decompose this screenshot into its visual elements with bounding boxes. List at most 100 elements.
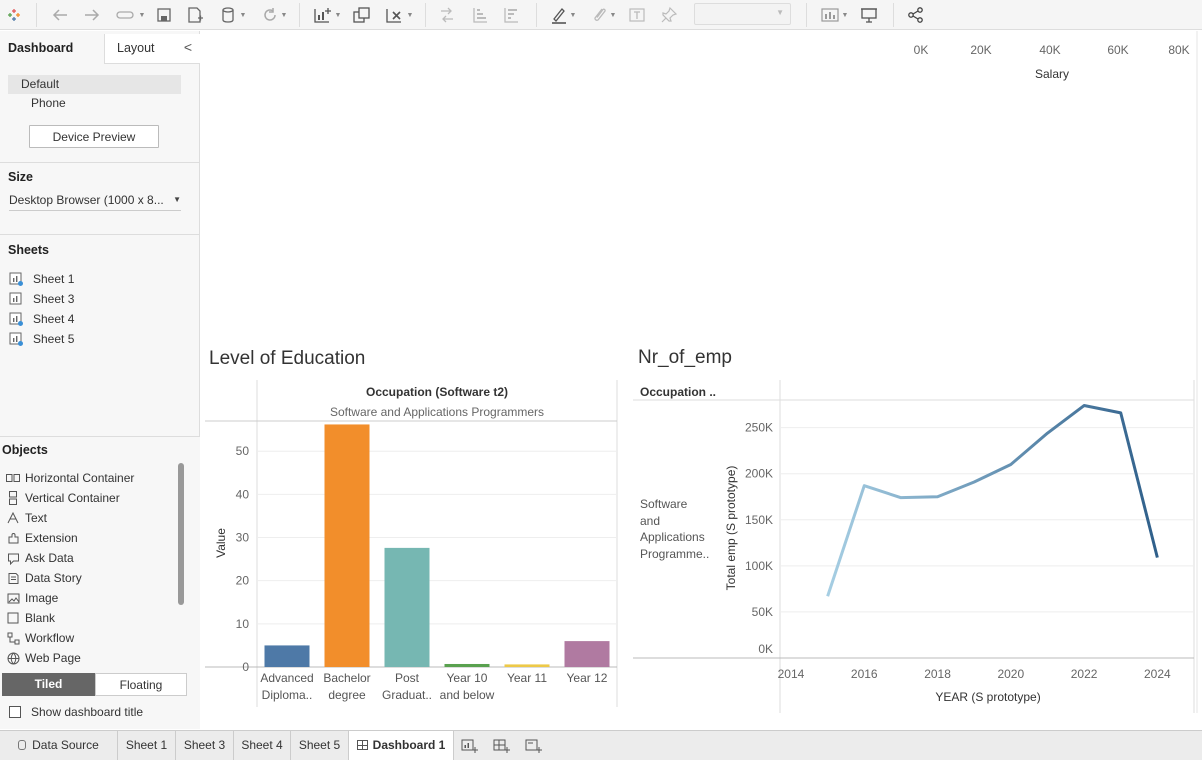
refresh-icon[interactable]: ▼	[256, 4, 292, 26]
sheet-list-item[interactable]: Sheet 1	[9, 271, 74, 287]
device-default[interactable]: Default	[8, 75, 181, 94]
line-row-label: Applications	[640, 530, 705, 544]
employees-line-chart[interactable]: Nr_of_emp Occupation .. Software and App…	[633, 347, 1195, 713]
object-image[interactable]: Image	[6, 590, 58, 606]
object-ask-data[interactable]: Ask Data	[6, 550, 74, 566]
new-sheet-icon[interactable]	[458, 731, 482, 760]
salary-tick: 80K	[1168, 43, 1189, 57]
object-label: Vertical Container	[25, 491, 120, 505]
pin-icon[interactable]	[658, 4, 680, 26]
line-x-tick: 2022	[1071, 667, 1098, 681]
collapse-chevron-icon[interactable]: <	[184, 39, 192, 55]
bar[interactable]	[504, 664, 550, 667]
new-datasource-icon[interactable]	[185, 4, 205, 26]
tab-dashboard[interactable]: Dashboard	[0, 34, 104, 64]
objects-panel: Objects Horizontal Container Vertical Co…	[0, 436, 200, 729]
datasource-cylinder-icon[interactable]: ▼	[216, 4, 250, 26]
bar[interactable]	[324, 424, 370, 667]
bar[interactable]	[384, 547, 430, 667]
bar-x-tick: Advanced	[260, 671, 313, 685]
floating-toggle[interactable]: Floating	[95, 673, 187, 696]
share-icon[interactable]	[905, 4, 927, 26]
bar-x-tick: Bachelor	[323, 671, 370, 685]
back-icon[interactable]	[50, 4, 70, 26]
sheet-list-item[interactable]: Sheet 4	[9, 311, 74, 327]
save-icon[interactable]	[154, 4, 174, 26]
bar-y-tick: 50	[236, 444, 250, 458]
tableau-logo-icon[interactable]	[4, 4, 24, 26]
redirect-icon[interactable]: ▼	[111, 4, 149, 26]
device-preview-button[interactable]: Device Preview	[29, 125, 159, 148]
sort-descending-icon[interactable]	[500, 4, 522, 26]
bar[interactable]	[564, 641, 610, 667]
bar-column-header: Occupation (Software t2)	[366, 385, 508, 399]
objects-scrollbar[interactable]	[178, 463, 184, 605]
sheet-list-item[interactable]: Sheet 5	[9, 331, 74, 347]
bar-x-tick: degree	[328, 688, 366, 702]
tab-sheet-4[interactable]: Sheet 4	[234, 731, 291, 760]
employees-series-line[interactable]	[826, 404, 1159, 597]
sheet-label: Sheet 1	[33, 272, 75, 286]
sort-ascending-icon[interactable]	[469, 4, 491, 26]
swap-icon[interactable]	[436, 4, 458, 26]
tiled-toggle[interactable]: Tiled	[2, 673, 95, 696]
text-icon	[6, 511, 20, 525]
highlight-icon[interactable]: ▼	[546, 4, 580, 26]
line-y-tick: 100K	[745, 559, 773, 573]
line-row-label: and	[640, 514, 660, 528]
bar[interactable]	[264, 645, 310, 667]
label-icon[interactable]	[626, 4, 648, 26]
object-horizontal-container[interactable]: Horizontal Container	[6, 470, 134, 486]
new-worksheet-icon[interactable]: ▼	[308, 4, 346, 26]
tab-dashboard-1-label: Dashboard 1	[372, 738, 446, 752]
tab-sheet-3[interactable]: Sheet 3	[176, 731, 234, 760]
education-bar-chart[interactable]: Level of Education Occupation (Software …	[205, 348, 618, 707]
fit-select[interactable]: ▼	[694, 3, 791, 25]
size-select[interactable]: Desktop Browser (1000 x 8... ▼	[9, 193, 181, 211]
clear-icon[interactable]: ▼	[381, 4, 417, 26]
object-blank[interactable]: Blank	[6, 610, 55, 626]
object-web-page[interactable]: Web Page	[6, 650, 81, 666]
worksheet-icon	[9, 292, 23, 306]
workflow-icon	[6, 631, 20, 645]
show-title-label: Show dashboard title	[31, 705, 144, 719]
object-workflow[interactable]: Workflow	[6, 630, 74, 646]
bar-x-tick: Post	[395, 671, 420, 685]
line-x-tick: 2024	[1144, 667, 1171, 681]
line-x-tick: 2014	[778, 667, 805, 681]
show-dashboard-title[interactable]: Show dashboard title	[9, 705, 143, 719]
forward-icon[interactable]	[82, 4, 102, 26]
duplicate-icon[interactable]	[350, 4, 374, 26]
bar-x-tick: Year 12	[567, 671, 608, 685]
bar[interactable]	[444, 663, 490, 667]
bar-y-tick: 0	[242, 660, 249, 674]
tab-dashboard-1[interactable]: Dashboard 1	[349, 731, 454, 760]
object-label: Web Page	[25, 651, 81, 665]
salary-tick: 40K	[1039, 43, 1060, 57]
object-extension[interactable]: Extension	[6, 530, 78, 546]
salary-axis: 0K 20K 40K 60K 80K Salary	[914, 43, 1190, 81]
object-vertical-container[interactable]: Vertical Container	[6, 490, 120, 506]
new-dashboard-icon[interactable]	[490, 731, 514, 760]
bar-x-tick: and below	[440, 688, 495, 702]
group-icon[interactable]: ▼	[586, 4, 620, 26]
object-text[interactable]: Text	[6, 510, 47, 526]
object-data-story[interactable]: Data Story	[6, 570, 82, 586]
tab-sheet-5[interactable]: Sheet 5	[291, 731, 349, 760]
new-story-icon[interactable]	[522, 731, 546, 760]
worksheet-icon	[9, 332, 23, 346]
sheet-list-item[interactable]: Sheet 3	[9, 291, 74, 307]
line-row-header: Occupation ..	[640, 385, 716, 399]
vertical-container-icon	[6, 491, 20, 505]
salary-axis-label: Salary	[1035, 67, 1069, 81]
tab-layout[interactable]: Layout <	[104, 34, 200, 64]
show-me-icon[interactable]: ▼	[816, 4, 852, 26]
device-phone[interactable]: Phone	[31, 96, 66, 110]
show-title-checkbox[interactable]	[9, 706, 21, 718]
line-y-tick: 50K	[752, 605, 773, 619]
tab-data-source[interactable]: Data Source	[0, 731, 118, 760]
presentation-icon[interactable]	[858, 4, 880, 26]
object-label: Extension	[25, 531, 78, 545]
line-y-tick: 0K	[758, 642, 773, 656]
tab-sheet-1[interactable]: Sheet 1	[118, 731, 176, 760]
